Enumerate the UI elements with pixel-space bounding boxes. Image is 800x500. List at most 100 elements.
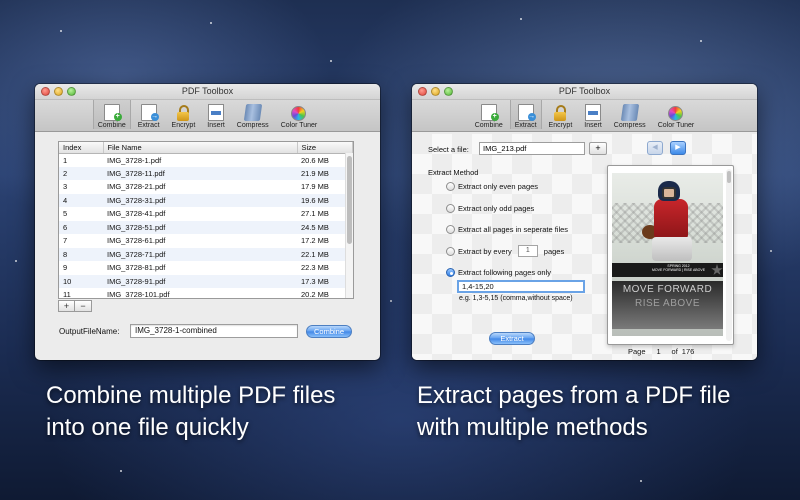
cell-file-name: IMG_3728-21.pdf (107, 182, 166, 192)
add-file-button[interactable]: + (589, 142, 607, 155)
table-row[interactable]: 9 IMG_3728-81.pdf 22.3 MB (59, 261, 353, 275)
compress-icon (620, 104, 639, 121)
window-title: PDF Toolbox (558, 86, 611, 96)
cell-file-name: IMG_3728-1.pdf (107, 155, 162, 165)
toolbar-compress-button[interactable]: Compress (232, 100, 274, 129)
cell-index: 11 (63, 290, 71, 299)
lock-icon (176, 105, 190, 121)
toolbar-label: Compress (613, 122, 646, 129)
table-row[interactable]: 11 IMG_3728-101.pdf 20.2 MB (59, 288, 353, 299)
file-table[interactable]: Index File Name Size 1 IMG_3728-1.pdf 20.6… (58, 141, 354, 299)
table-row[interactable]: 8 IMG_3728-71.pdf 22.1 MB (59, 247, 353, 261)
star (770, 250, 772, 252)
page-indicator: Page 1 of 176 (628, 347, 694, 356)
radio-even-pages[interactable]: Extract only even pages (446, 182, 538, 191)
star (210, 22, 212, 24)
pages-range-hint: e.g. 1,3-5,15 (comma,without space) (459, 295, 573, 302)
toolbar-extract-button[interactable]: → Extract (133, 100, 165, 129)
radio-button[interactable] (446, 225, 455, 234)
combine-button[interactable]: Combine (306, 325, 352, 338)
select-file-field[interactable]: IMG_213.pdf (479, 142, 585, 155)
toolbar-extract-button[interactable]: → Extract (509, 100, 542, 129)
toolbar-label: Combine (474, 122, 503, 129)
page-label: Page (628, 347, 646, 356)
table-row[interactable]: 6 IMG_3728-51.pdf 24.5 MB (59, 220, 353, 234)
toolbar-insert-button[interactable]: Insert (202, 100, 230, 129)
toolbar-insert-button[interactable]: Insert (579, 100, 607, 129)
toolbar-label: Insert (584, 122, 602, 129)
extract-button[interactable]: Extract (489, 332, 535, 345)
previous-page-button[interactable]: ◀ (647, 141, 663, 155)
page-preview[interactable]: SPRING 2012 MOVE FORWARD | RISE ABOVE MO… (607, 165, 734, 345)
cell-file-name: IMG_3728-61.pdf (107, 236, 166, 246)
radio-button[interactable] (446, 182, 455, 191)
cell-file-name: IMG_3728-51.pdf (103, 220, 297, 234)
star (330, 60, 332, 62)
extract-window: PDF Toolbox + Combine → Extract Encrypt … (412, 84, 757, 360)
toolbar-compress-button[interactable]: Compress (609, 100, 651, 129)
column-header-size[interactable]: Size (297, 142, 353, 154)
preview-headline: MOVE FORWARD (622, 284, 713, 295)
extract-method-label: Extract Method (428, 168, 479, 177)
toolbar-encrypt-button[interactable]: Encrypt (544, 100, 578, 129)
add-file-button[interactable]: + (58, 300, 75, 312)
table-row[interactable]: 4 IMG_3728-31.pdf 19.6 MB (59, 193, 353, 207)
star (15, 260, 17, 262)
table-row[interactable]: 1 IMG_3728-1.pdf 20.6 MB (59, 153, 353, 167)
radio-button[interactable] (446, 204, 455, 213)
toolbar-label: Compress (236, 122, 269, 129)
radio-label: Extract by every (458, 246, 512, 256)
scroll-thumb[interactable] (347, 156, 352, 244)
toolbar-color-tuner-button[interactable]: Color Tuner (276, 100, 323, 129)
caption-line: with multiple methods (417, 414, 648, 441)
star (60, 30, 62, 32)
combine-icon: + (480, 104, 499, 121)
table-row[interactable]: 3 IMG_3728-21.pdf 17.9 MB (59, 180, 353, 194)
radio-odd-pages[interactable]: Extract only odd pages (446, 204, 534, 213)
toolbar-label: Combine (97, 122, 126, 129)
star (120, 470, 122, 472)
toolbar-label: Color Tuner (657, 122, 695, 129)
preview-scrollbar[interactable] (726, 169, 732, 341)
table-scrollbar[interactable] (345, 153, 353, 298)
radio-separate-files[interactable]: Extract all pages in seperate files (446, 225, 568, 234)
table-row[interactable]: 10 IMG_3728-91.pdf 17.3 MB (59, 274, 353, 288)
radio-every-n-pages[interactable]: Extract by every 1 pages (446, 245, 564, 257)
radio-following-pages[interactable]: Extract following pages only (446, 268, 551, 277)
cell-index: 10 (59, 274, 103, 288)
cell-file-name: IMG_3728-81.pdf (107, 263, 166, 273)
radio-button-selected[interactable] (446, 268, 455, 277)
combine-icon: + (103, 104, 122, 121)
toolbar-combine-button[interactable]: + Combine (92, 100, 131, 129)
pages-range-field[interactable]: 1,4-15,20 (457, 280, 585, 293)
toolbar-combine-button[interactable]: + Combine (470, 100, 508, 129)
table-row[interactable]: 7 IMG_3728-61.pdf 17.2 MB (59, 234, 353, 248)
cell-file-name: IMG_3728-71.pdf (103, 247, 297, 261)
preview-image: SPRING 2012 MOVE FORWARD | RISE ABOVE MO… (612, 173, 723, 336)
extract-panel: Select a file: IMG_213.pdf + ◀ ▶ Extract… (412, 134, 757, 360)
toolbar-label: Encrypt (548, 122, 573, 129)
output-filename-field[interactable]: IMG_3728-1-combined (130, 324, 298, 338)
table-row[interactable]: 5 IMG_3728-41.pdf 27.1 MB (59, 207, 353, 221)
toolbar-encrypt-button[interactable]: Encrypt (167, 100, 201, 129)
toolbar-label: Extract (137, 122, 160, 129)
combine-window: PDF Toolbox + Combine → Extract Encrypt … (35, 84, 380, 360)
color-wheel-icon (668, 106, 684, 121)
window-title: PDF Toolbox (181, 86, 234, 96)
color-wheel-icon (291, 106, 307, 121)
column-header-file-name[interactable]: File Name (103, 142, 298, 154)
chevron-left-icon: ◀ (652, 144, 658, 151)
radio-button[interactable] (446, 246, 455, 256)
star (390, 300, 392, 302)
toolbar-color-tuner-button[interactable]: Color Tuner (653, 100, 700, 129)
toolbar-label: Encrypt (171, 122, 196, 129)
every-n-field[interactable]: 1 (517, 245, 538, 257)
column-header-index[interactable]: Index (59, 142, 104, 154)
cell-index: 4 (59, 193, 103, 207)
remove-file-button[interactable]: − (75, 300, 92, 312)
table-row[interactable]: 2 IMG_3728-11.pdf 21.9 MB (59, 166, 353, 180)
radio-label-suffix: pages (543, 246, 565, 256)
cell-file-name: IMG_3728-31.pdf (103, 193, 297, 207)
next-page-button[interactable]: ▶ (670, 141, 686, 155)
output-filename-label: OutputFileName: (59, 327, 120, 336)
